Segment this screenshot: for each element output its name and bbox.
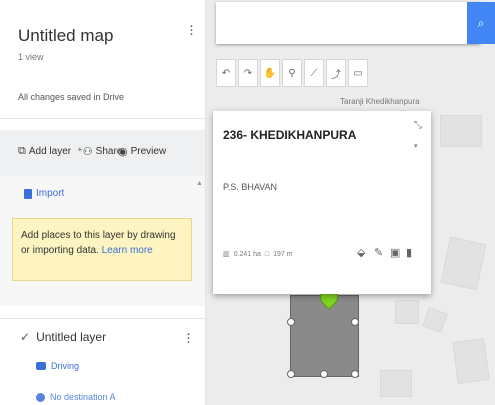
layer-options-icon[interactable]: · · ·: [186, 326, 191, 349]
preview-button[interactable]: ◉ Preview: [118, 145, 166, 158]
view-count: 1 view: [18, 52, 44, 62]
destination-label: No destination A: [50, 392, 116, 402]
import-label: Import: [36, 188, 65, 199]
pencil-icon[interactable]: ✎: [374, 246, 383, 259]
layers-icon: ⧉: [18, 145, 26, 157]
driving-mode[interactable]: Driving: [36, 361, 79, 371]
paint-bucket-icon[interactable]: ⬙: [357, 246, 365, 259]
feature-description: P.S. BHAVAN: [223, 182, 278, 192]
sidebar: Untitled map 1 view · · · All changes save…: [0, 0, 206, 405]
polygon-vertex[interactable]: [287, 318, 295, 326]
map-options-icon[interactable]: · · ·: [189, 18, 194, 41]
driving-label: Driving: [51, 361, 80, 371]
checkbox-checked-icon[interactable]: ✓: [20, 330, 30, 344]
save-status: All changes saved in Drive: [18, 92, 125, 102]
add-layer-button[interactable]: ⧉ Add layer: [18, 145, 71, 158]
share-button[interactable]: ⁺⚇ Share: [77, 145, 122, 158]
drawing-toolbar: ↶ ↷ ✋ ⚲ ⟋ ⤴ ▭: [216, 59, 368, 87]
car-icon: [36, 362, 46, 370]
chevron-down-icon[interactable]: ▾: [414, 142, 418, 150]
feature-measurements: ▥ 0.241 ha □ 197 m: [223, 250, 293, 259]
drawn-polygon[interactable]: [290, 295, 359, 377]
map-tile: [380, 370, 412, 397]
import-link[interactable]: Import: [24, 188, 64, 199]
add-person-icon: ⁺⚇: [77, 146, 93, 158]
location-dot-icon: [36, 392, 45, 402]
trash-icon[interactable]: ▮: [406, 246, 412, 259]
ruler-icon[interactable]: ▭: [348, 59, 368, 87]
document-icon: [24, 188, 32, 199]
area-value: 0.241 ha: [233, 250, 261, 258]
map-title[interactable]: Untitled map: [18, 26, 113, 46]
hand-icon[interactable]: ✋: [260, 59, 280, 87]
camera-icon[interactable]: ▣: [390, 246, 400, 259]
feature-title: 236- KHEDIKHANPURA: [223, 128, 357, 142]
redo-icon[interactable]: ↷: [238, 59, 258, 87]
length-value: 197 m: [273, 250, 293, 258]
destination-item[interactable]: No destination A: [36, 392, 116, 402]
length-icon: □: [264, 250, 270, 258]
layer-name: Untitled layer: [36, 330, 107, 344]
layer-item[interactable]: ✓ Untitled layer: [20, 330, 106, 344]
undo-icon[interactable]: ↶: [216, 59, 236, 87]
area-icon: ▥: [223, 251, 230, 258]
scroll-up-icon[interactable]: ▲: [196, 180, 203, 187]
add-layer-label: Add layer: [28, 146, 72, 157]
search-button[interactable]: ⌕: [467, 2, 495, 44]
polygon-vertex[interactable]: [320, 370, 328, 378]
search-icon: ⌕: [477, 15, 485, 30]
route-icon[interactable]: ⤴: [326, 59, 346, 87]
map-tile: [452, 337, 490, 385]
preview-label: Preview: [130, 146, 167, 157]
polygon-vertex[interactable]: [351, 370, 359, 378]
polygon-vertex[interactable]: [351, 318, 359, 326]
eye-icon: ◉: [118, 146, 128, 158]
polygon-vertex[interactable]: [287, 370, 295, 378]
map-place-label: Taranji Khedikhanpura: [340, 97, 420, 106]
search-input[interactable]: [224, 4, 468, 44]
map-tile: [440, 115, 482, 147]
expand-icon[interactable]: ⤡: [414, 120, 422, 131]
line-icon[interactable]: ⟋: [304, 59, 324, 87]
search-box[interactable]: [216, 2, 480, 44]
map-tile: [395, 300, 419, 324]
learn-more-link[interactable]: Learn more: [102, 245, 153, 256]
divider: [0, 118, 205, 119]
action-bar: ⧉ Add layer ⁺⚇ Share ◉ Preview: [0, 130, 205, 176]
marker-icon[interactable]: ⚲: [282, 59, 302, 87]
layer-tip: Add places to this layer by drawing or i…: [12, 218, 192, 281]
divider: [0, 318, 205, 319]
